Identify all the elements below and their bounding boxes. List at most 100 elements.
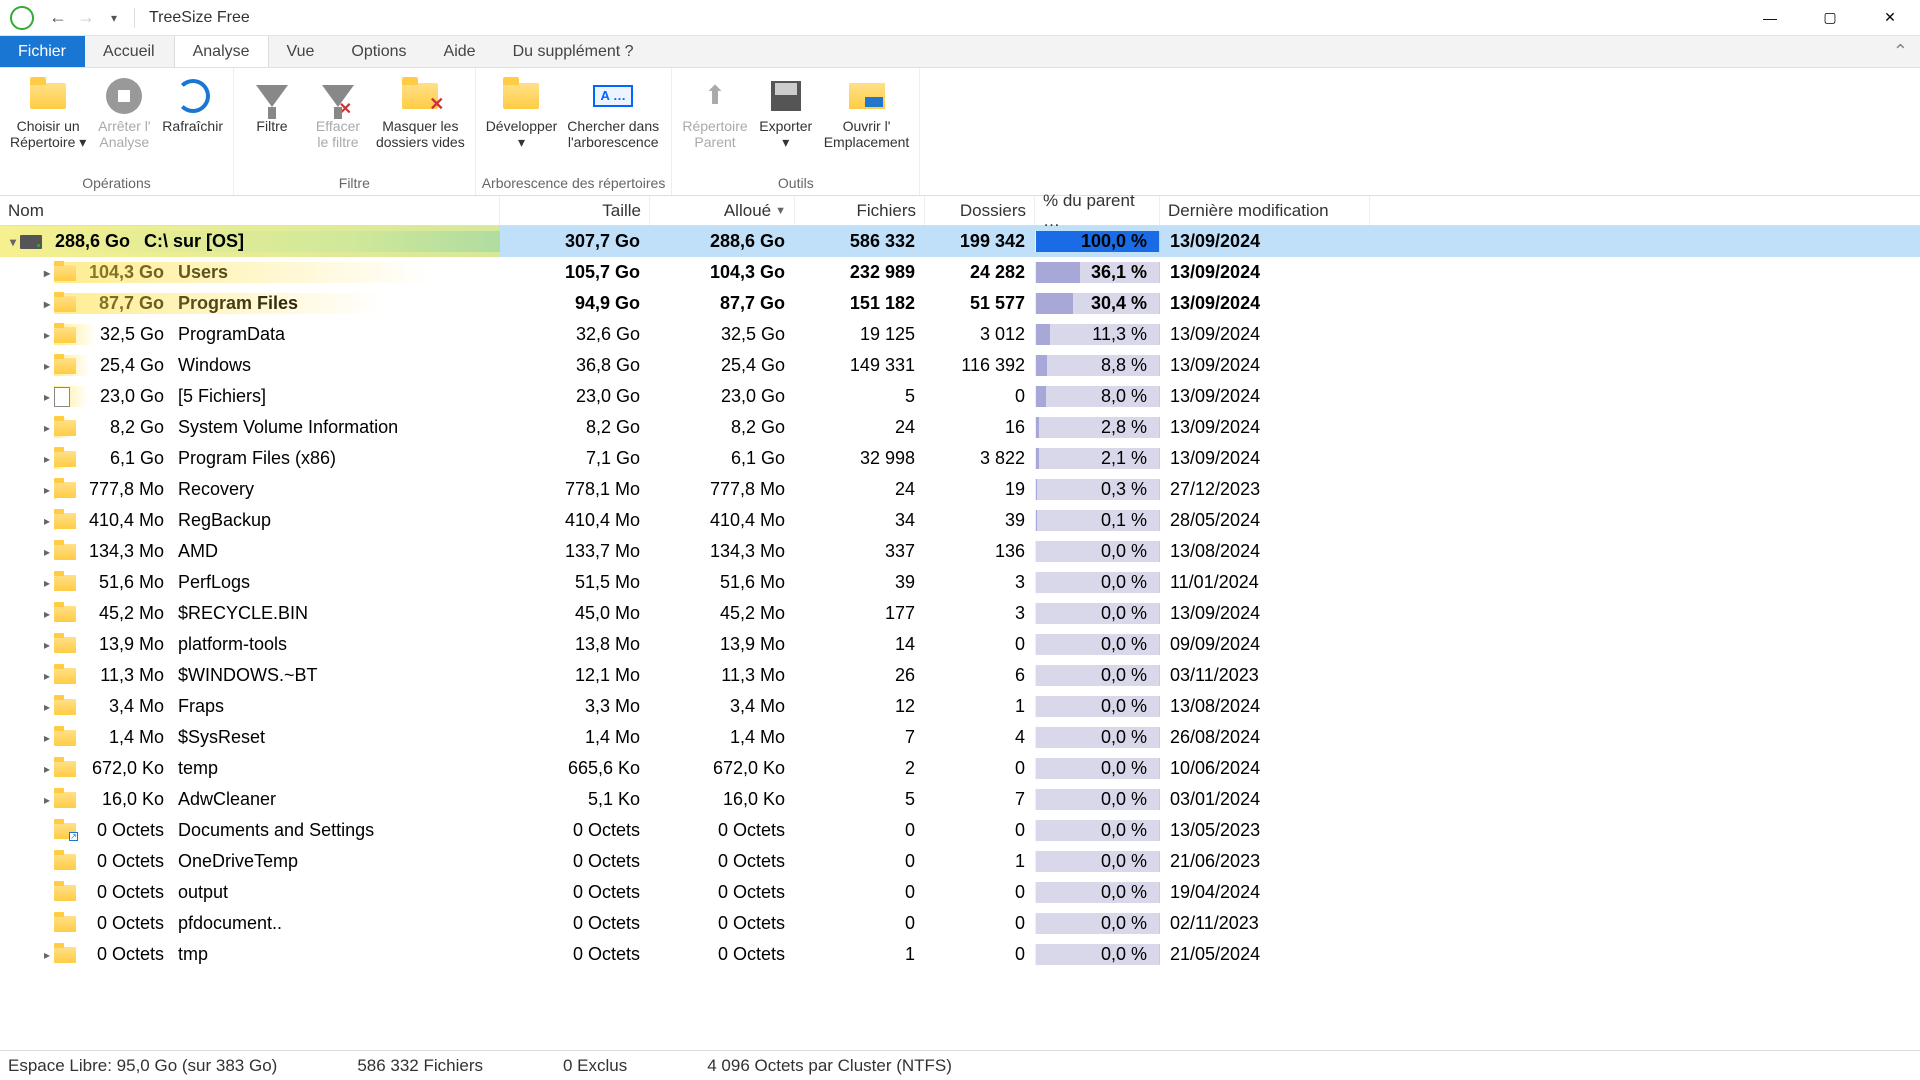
tree-row[interactable]: 0 Octetsoutput0 Octets0 Octets000,0 %19/… xyxy=(0,877,1920,908)
tree-row[interactable]: 0 OctetsOneDriveTemp0 Octets0 Octets010,… xyxy=(0,846,1920,877)
refresh-button[interactable]: Rafraîchir xyxy=(158,72,227,138)
expander-icon[interactable]: ▸ xyxy=(40,545,54,559)
qat-dropdown[interactable]: ▾ xyxy=(100,4,128,32)
tab-du-suppl-ment-[interactable]: Du supplément ? xyxy=(495,36,653,67)
tab-accueil[interactable]: Accueil xyxy=(85,36,174,67)
tree-row[interactable]: ▸6,1 GoProgram Files (x86)7,1 Go6,1 Go32… xyxy=(0,443,1920,474)
expander-icon[interactable]: ▸ xyxy=(40,948,54,962)
expander-icon[interactable]: ▸ xyxy=(40,452,54,466)
tab-vue[interactable]: Vue xyxy=(269,36,334,67)
tree-row[interactable]: ▸13,9 Moplatform-tools13,8 Mo13,9 Mo1400… xyxy=(0,629,1920,660)
export-button[interactable]: Exporter▾ xyxy=(754,72,818,154)
tree-row[interactable]: ▸134,3 MoAMD133,7 Mo134,3 Mo3371360,0 %1… xyxy=(0,536,1920,567)
expander-icon[interactable]: ▸ xyxy=(40,607,54,621)
ribbon-collapse[interactable]: ⌃ xyxy=(1881,36,1920,67)
cell-alloue: 16,0 Ko xyxy=(650,789,795,810)
folder-icon xyxy=(54,790,78,810)
col-name[interactable]: Nom xyxy=(0,196,500,225)
row-size: 0 Octets xyxy=(84,851,174,872)
col-folders[interactable]: Dossiers xyxy=(925,196,1035,225)
cell-percent: 8,8 % xyxy=(1035,355,1160,376)
tab-aide[interactable]: Aide xyxy=(426,36,495,67)
cell-fichiers: 24 xyxy=(795,417,925,438)
hide-empty-button[interactable]: ✕Masquer lesdossiers vides xyxy=(372,72,469,154)
tree-row[interactable]: ▸16,0 KoAdwCleaner5,1 Ko16,0 Ko570,0 %03… xyxy=(0,784,1920,815)
col-allocated[interactable]: Alloué ▼ xyxy=(650,196,795,225)
expander-icon[interactable]: ▸ xyxy=(40,421,54,435)
tree-row[interactable]: ▸32,5 GoProgramData32,6 Go32,5 Go19 1253… xyxy=(0,319,1920,350)
app-icon xyxy=(10,6,34,30)
tree-row[interactable]: ▸104,3 GoUsers105,7 Go104,3 Go232 98924 … xyxy=(0,257,1920,288)
expander-icon[interactable]: ▸ xyxy=(40,328,54,342)
cell-date: 13/05/2023 xyxy=(1160,820,1370,841)
tree-row[interactable]: ▸23,0 Go[5 Fichiers]23,0 Go23,0 Go508,0 … xyxy=(0,381,1920,412)
tree-row[interactable]: ▸51,6 MoPerfLogs51,5 Mo51,6 Mo3930,0 %11… xyxy=(0,567,1920,598)
tree-rows[interactable]: ▾288,6 GoC:\ sur [OS]307,7 Go288,6 Go586… xyxy=(0,226,1920,1050)
expander-icon[interactable]: ▸ xyxy=(40,390,54,404)
minimize-button[interactable]: — xyxy=(1740,0,1800,36)
choose-dir-button[interactable]: Choisir unRépertoire ▾ xyxy=(6,72,90,154)
tree-row[interactable]: ▸8,2 GoSystem Volume Information8,2 Go8,… xyxy=(0,412,1920,443)
row-size: 0 Octets xyxy=(84,913,174,934)
folder-icon xyxy=(54,759,78,779)
expander-icon[interactable]: ▸ xyxy=(40,297,54,311)
tree-row[interactable]: ▸45,2 Mo$RECYCLE.BIN45,0 Mo45,2 Mo17730,… xyxy=(0,598,1920,629)
expander-icon[interactable]: ▸ xyxy=(40,359,54,373)
expander-icon[interactable]: ▸ xyxy=(40,514,54,528)
expand-button[interactable]: Développer▾ xyxy=(482,72,562,154)
cell-dossiers: 0 xyxy=(925,882,1035,903)
expander-icon[interactable]: ▸ xyxy=(40,266,54,280)
expander-icon[interactable]: ▸ xyxy=(40,669,54,683)
tree-row[interactable]: ▸777,8 MoRecovery778,1 Mo777,8 Mo24190,3… xyxy=(0,474,1920,505)
stop-button[interactable]: Arrêter l'Analyse xyxy=(92,72,156,154)
tab-analyse[interactable]: Analyse xyxy=(174,36,269,67)
tree-row[interactable]: ▸672,0 Kotemp665,6 Ko672,0 Ko200,0 %10/0… xyxy=(0,753,1920,784)
row-size: 0 Octets xyxy=(84,820,174,841)
back-button[interactable]: ← xyxy=(44,4,72,32)
forward-button[interactable]: → xyxy=(72,4,100,32)
cell-date: 13/09/2024 xyxy=(1160,355,1370,376)
col-modified[interactable]: Dernière modification xyxy=(1160,196,1370,225)
expander-icon[interactable]: ▸ xyxy=(40,700,54,714)
expander-icon[interactable]: ▸ xyxy=(40,793,54,807)
row-name: tmp xyxy=(174,944,208,965)
cell-alloue: 104,3 Go xyxy=(650,262,795,283)
refresh-icon xyxy=(173,76,213,116)
open-loc-button[interactable]: Ouvrir l'Emplacement xyxy=(820,72,914,154)
tree-row[interactable]: ▸410,4 MoRegBackup410,4 Mo410,4 Mo34390,… xyxy=(0,505,1920,536)
col-files[interactable]: Fichiers xyxy=(795,196,925,225)
expander-icon[interactable]: ▾ xyxy=(6,235,20,249)
tree-row[interactable]: ▸11,3 Mo$WINDOWS.~BT12,1 Mo11,3 Mo2660,0… xyxy=(0,660,1920,691)
folder-icon xyxy=(54,418,78,438)
expander-icon[interactable]: ▸ xyxy=(40,731,54,745)
filter-button[interactable]: Filtre xyxy=(240,72,304,138)
tab-file[interactable]: Fichier xyxy=(0,36,85,67)
label: Parent xyxy=(694,134,735,150)
clear-filter-button[interactable]: Effacerle filtre xyxy=(306,72,370,154)
tree-row[interactable]: ▸25,4 GoWindows36,8 Go25,4 Go149 331116 … xyxy=(0,350,1920,381)
cell-percent: 0,0 % xyxy=(1035,851,1160,872)
expander-icon[interactable]: ▸ xyxy=(40,638,54,652)
expander-icon[interactable]: ▸ xyxy=(40,576,54,590)
expander-icon[interactable]: ▸ xyxy=(40,483,54,497)
tree-row[interactable]: ▸87,7 GoProgram Files94,9 Go87,7 Go151 1… xyxy=(0,288,1920,319)
drive-icon xyxy=(20,232,44,252)
cell-dossiers: 3 xyxy=(925,603,1035,624)
tree-row[interactable]: 0 Octetspfdocument..0 Octets0 Octets000,… xyxy=(0,908,1920,939)
tab-options[interactable]: Options xyxy=(333,36,425,67)
cell-taille: 1,4 Mo xyxy=(500,727,650,748)
tree-root-row[interactable]: ▾288,6 GoC:\ sur [OS]307,7 Go288,6 Go586… xyxy=(0,226,1920,257)
cell-fichiers: 39 xyxy=(795,572,925,593)
parent-button[interactable]: ⬆RépertoireParent xyxy=(678,72,751,154)
cell-dossiers: 136 xyxy=(925,541,1035,562)
close-button[interactable]: ✕ xyxy=(1860,0,1920,36)
tree-row[interactable]: ▸1,4 Mo$SysReset1,4 Mo1,4 Mo740,0 %26/08… xyxy=(0,722,1920,753)
search-tree-button[interactable]: A …Chercher dansl'arborescence xyxy=(563,72,663,154)
col-size[interactable]: Taille xyxy=(500,196,650,225)
col-percent[interactable]: % du parent … xyxy=(1035,196,1160,225)
tree-row[interactable]: ↗0 OctetsDocuments and Settings0 Octets0… xyxy=(0,815,1920,846)
expander-icon[interactable]: ▸ xyxy=(40,762,54,776)
tree-row[interactable]: ▸3,4 MoFraps3,3 Mo3,4 Mo1210,0 %13/08/20… xyxy=(0,691,1920,722)
maximize-button[interactable]: ▢ xyxy=(1800,0,1860,36)
tree-row[interactable]: ▸0 Octetstmp0 Octets0 Octets100,0 %21/05… xyxy=(0,939,1920,970)
